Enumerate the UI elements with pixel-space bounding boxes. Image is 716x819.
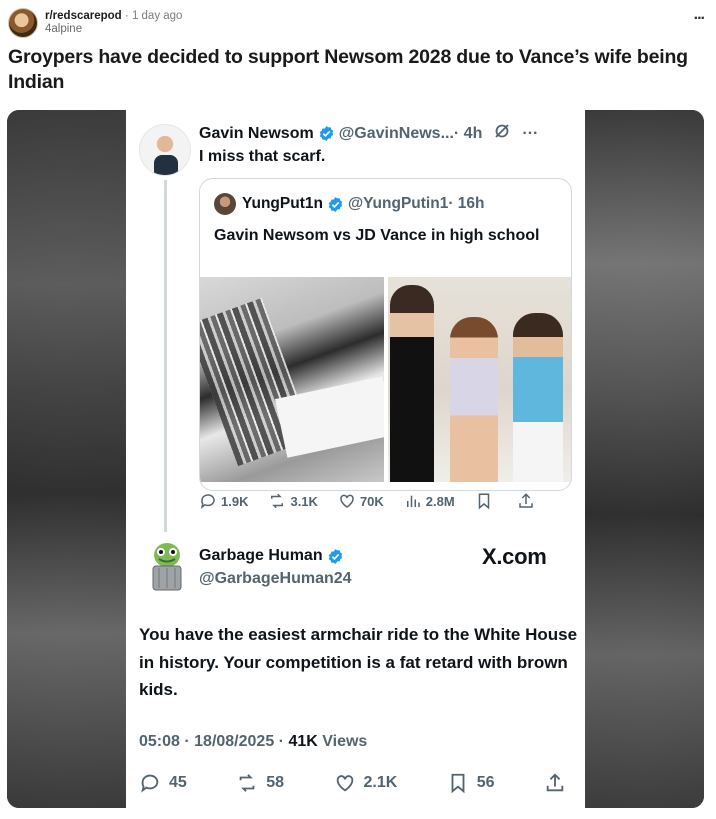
- quote-avatar: [214, 193, 236, 215]
- quote-header: YungPut1n @YungPutin1 · 16h: [214, 193, 485, 215]
- avatar: [152, 543, 182, 591]
- overflow-menu-icon[interactable]: ...: [694, 6, 705, 24]
- reply-icon: [141, 774, 159, 793]
- tweet-actions: 45 58 2.1K 56: [139, 770, 574, 796]
- post-username[interactable]: 4alpine: [45, 23, 182, 36]
- tweet-text: You have the easiest armchair ride to th…: [139, 625, 578, 699]
- verified-badge-icon: [319, 126, 333, 141]
- quote-author-name: YungPut1n: [242, 195, 323, 212]
- tweet-header: Gavin Newsom @GavinNews... · 4h ···: [199, 123, 538, 144]
- views-number: 41K: [288, 733, 318, 750]
- subreddit-avatar[interactable]: [8, 8, 38, 38]
- verified-badge-icon: [328, 196, 343, 212]
- bookmark-icon: [451, 773, 465, 794]
- verified-badge-icon: [328, 548, 342, 564]
- quote-tweet: YungPut1n @YungPutin1 · 16h Gavin Newsom…: [199, 178, 572, 491]
- tweet-timestamp: 05:08 · 18/08/2025 · 41K Views: [139, 733, 368, 750]
- x-com-watermark: X.com: [482, 544, 547, 569]
- subreddit-name[interactable]: r/redscarepod: [45, 10, 122, 22]
- share-icon: [517, 492, 539, 510]
- bookmark-icon: [475, 492, 497, 510]
- quote-photo-newsom: [200, 277, 384, 482]
- quote-photo-vance: [388, 277, 571, 482]
- heart-icon: [336, 775, 353, 792]
- like-count: 70K: [338, 492, 384, 510]
- tweet-screenshot: Gavin Newsom @GavinNews... · 4h ··· I mi…: [127, 110, 584, 808]
- quote-text: Gavin Newsom vs JD Vance in high school: [214, 227, 540, 244]
- bookmark-count: 56: [447, 772, 495, 794]
- like-count: 2.1K: [334, 772, 397, 794]
- heart-icon: [340, 494, 354, 508]
- tweet-time: · 4h: [453, 124, 483, 142]
- reply-icon: [200, 494, 215, 509]
- author-handle: @GavinNews...: [338, 124, 454, 142]
- quote-author-handle: @YungPutin1: [347, 195, 449, 212]
- post-header: r/redscarepod · 1 day ago 4alpine: [8, 8, 182, 38]
- tweet-text: I miss that scarf.: [199, 148, 326, 165]
- post-age: 1 day ago: [131, 10, 183, 22]
- avatar: [139, 124, 191, 176]
- tweet-header: Garbage Human: [199, 547, 348, 565]
- grok-icon: [494, 123, 510, 144]
- reply-count: 1.9K: [199, 492, 248, 510]
- view-count: 2.8M: [404, 492, 455, 510]
- quote-time: · 16h: [448, 195, 485, 212]
- post-title: Groypers have decided to support Newsom …: [8, 46, 688, 93]
- reply-count: 45: [139, 772, 187, 794]
- tweet-actions: 1.9K 3.1K 70K 2.8M: [199, 490, 579, 512]
- image-blur-right: [585, 110, 704, 808]
- author-handle: @GarbageHuman24: [199, 570, 352, 587]
- repost-count: 3.1K: [268, 492, 318, 510]
- repost-icon: [239, 774, 255, 792]
- repost-icon: [271, 493, 284, 509]
- repost-count: 58: [236, 772, 284, 794]
- author-name: Gavin Newsom: [199, 124, 314, 142]
- share-icon: [544, 772, 574, 794]
- more-icon: ···: [522, 124, 539, 142]
- author-name: Garbage Human: [199, 547, 323, 564]
- views-icon: [406, 495, 420, 507]
- post-image[interactable]: Gavin Newsom @GavinNews... · 4h ··· I mi…: [7, 110, 704, 808]
- image-blur-left: [7, 110, 126, 808]
- thread-line: [164, 180, 167, 532]
- post-meta: r/redscarepod · 1 day ago 4alpine: [45, 10, 183, 36]
